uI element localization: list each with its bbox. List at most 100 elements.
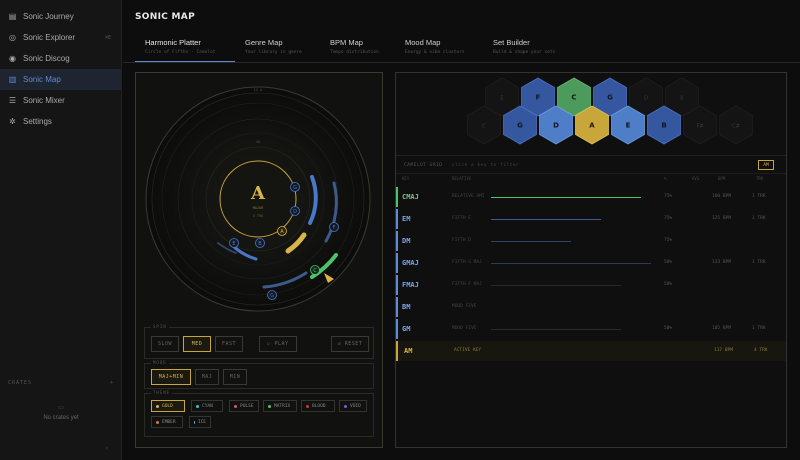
color-dot-icon [344,404,347,408]
tab-genre-map[interactable]: Genre Map Your library in genre [235,32,320,62]
hex-key-ghost[interactable]: C# [719,105,753,145]
sidebar-item-sonic-mixer[interactable]: ☰ Sonic Mixer [0,90,121,111]
row-relation: RELATIVE AMI [452,194,485,199]
row-key: FMAJ [402,281,419,289]
orbit-key-label: C [313,268,317,274]
spin-med-button[interactable]: MED [183,336,211,352]
theme-chip-label: CYAN [202,403,213,409]
theme-cyan-chip[interactable]: CYAN [191,400,223,412]
hex-key-label: D [644,96,648,102]
row-bpm: 133 BPM [712,260,731,265]
tab-harmonic-platter[interactable]: Harmonic Platter Circle of Fifths · Camel… [135,32,235,63]
orbit-key-node[interactable]: A [277,226,287,236]
tab-mood-map[interactable]: Mood Map Energy & vibe clusters [395,32,483,62]
theme-chip-label: ICE [197,419,206,425]
theme-blood-chip[interactable]: BLOOD [301,400,335,412]
color-dot-icon [268,404,271,408]
play-button[interactable]: ▷ PLAY [259,336,297,352]
sidebar-item-sonic-discog[interactable]: ◉ Sonic Discog [0,48,121,69]
reset-button[interactable]: ↺ RESET [331,336,369,352]
sidebar-item-sonic-explorer[interactable]: ◎ Sonic Explorer ⌘E [0,27,121,48]
orbit-key-label: F [333,225,336,231]
row-relation: FIFTH D [452,238,471,243]
sidebar-item-settings[interactable]: ✲ Settings [0,111,121,132]
theme-chip-label: PULSE [240,403,254,409]
table-header-cell: % [664,176,667,181]
map-icon: ▥ [8,75,17,84]
row-accent [396,297,398,317]
sidebar-item-label: Sonic Mixer [23,96,65,105]
table-row[interactable]: DM FIFTH D 75% [396,231,786,251]
sidebar-item-label: Settings [23,117,52,126]
orbit-key-node[interactable]: C [310,265,320,275]
orbit-key-node[interactable]: E [229,238,239,248]
spin-slow-button[interactable]: SLOW [151,336,179,352]
crates-empty-text: No crates yet [43,415,79,421]
tab-set-builder[interactable]: Set Builder Build & shape your sets [483,32,583,62]
row-trk: 1 TRK [752,260,766,265]
theme-pulse-chip[interactable]: PULSE [229,400,259,412]
spin-fast-button[interactable]: FAST [215,336,243,352]
add-crate-button[interactable]: + [110,380,114,386]
mode-control-group: MODE MAJ+MIN MAJ MIN [144,360,374,389]
theme-matrix-chip[interactable]: MATRIX [263,400,297,412]
sidebar-item-sonic-map[interactable]: ▥ Sonic Map [0,69,121,90]
theme-gold-chip[interactable]: GOLD [151,400,185,412]
orbit-key-label: D [293,209,297,215]
hex-key-label: A [589,122,595,130]
color-dot-icon [194,420,195,424]
row-accent [396,187,398,207]
key-toggle-button[interactable]: AM [758,160,774,170]
row-pct: 50% [664,282,673,287]
grid-subtitle: click a key to filter [451,163,520,168]
orbit-key-node[interactable]: G [267,290,277,300]
sidebar-item-sonic-journey[interactable]: ▤ Sonic Journey [0,6,121,27]
theme-chip-label: VOID [350,403,361,409]
collapse-sidebar-button[interactable]: ‹ [106,446,108,452]
table-row[interactable]: AM ACTIVE KEY 117 BPM 4 TRK [396,341,786,361]
sidebar-item-label: Sonic Journey [23,12,74,21]
table-row[interactable]: BM MOOD FIVE [396,297,786,317]
row-trk: 1 TRK [752,326,766,331]
hex-key-label: E [500,96,503,102]
theme-ember-chip[interactable]: EMBER [151,416,183,428]
hex-key-label: F [536,94,541,102]
center-count-label: 4 TRK [253,214,264,218]
table-row[interactable]: GM MOOD FIVE 50% 105 BPM 1 TRK [396,319,786,339]
mode-min-button[interactable]: MIN [223,369,247,385]
table-row[interactable]: FMAJ FIFTH F MAJ 50% [396,275,786,295]
page-title: SONIC MAP [135,12,195,22]
tab-bpm-map[interactable]: BPM Map Tempo distribution [320,32,395,62]
orbit-key-node[interactable]: B [255,238,265,248]
orbit-key-node[interactable]: F [329,222,339,232]
row-accent [396,253,398,273]
row-bpm: 117 BPM [714,348,733,353]
gear-icon: ✲ [9,117,16,126]
theme-ice-chip[interactable]: ICE [189,416,211,428]
row-pct: 50% [664,260,673,265]
sidebar-item-label: Sonic Map [23,75,61,84]
hex-key-label: C [571,94,576,102]
crates-label: CRATES [8,380,33,386]
theme-void-chip[interactable]: VOID [339,400,367,412]
hex-key-label: C# [732,124,740,130]
orbit-key-node[interactable]: D [290,206,300,216]
row-accent [396,231,398,251]
table-row[interactable]: GMAJ FIFTH G MAJ 50% 133 BPM 1 TRK [396,253,786,273]
tab-label: BPM Map [330,38,363,47]
mode-maj-min-button[interactable]: MAJ+MIN [151,369,191,385]
mode-label: MODE [151,360,169,365]
table-row[interactable]: EM FIFTH E 75% 125 BPM 1 TRK [396,209,786,229]
sliders-icon: ☰ [8,96,17,105]
color-dot-icon [156,420,159,424]
hex-key-map[interactable]: E F C G D B C G D A E B F# C# [396,73,788,153]
table-row[interactable]: CMAJ RELATIVE AMI 75% 100 BPM 1 TRK [396,187,786,207]
mode-maj-button[interactable]: MAJ [195,369,219,385]
orbit-key-node[interactable]: G [290,182,300,192]
tab-bar: Harmonic Platter Circle of Fifths · Camel… [135,32,583,63]
hex-key-label: G [517,122,523,130]
row-relation: FIFTH G MAJ [452,260,482,265]
tab-sublabel: Energy & vibe clusters [405,50,465,55]
center-key-label: A [250,183,266,204]
platter-visual[interactable]: A MAJOR 4 TRK 12 A 4A GDAE BFCG [136,73,382,321]
